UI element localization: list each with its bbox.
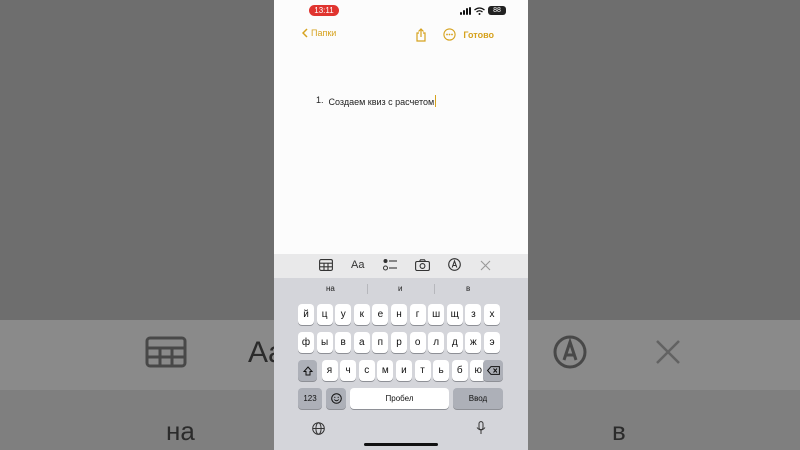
key-row2-2[interactable]: в [335,332,352,353]
key-row3-4[interactable]: и [395,360,412,381]
predictive-bar: на и в [274,278,528,300]
suggestion-1[interactable]: на [326,284,335,293]
microphone-icon [476,421,486,434]
done-button[interactable]: Готово [463,30,494,40]
background-suggestion-right: в [612,416,626,446]
space-key[interactable]: Пробел [350,388,449,409]
return-key[interactable]: Ввод [453,388,503,409]
key-row2-6[interactable]: о [409,332,426,353]
status-bar: 13:11 88 [274,0,528,20]
key-row1-8[interactable]: щ [446,304,463,325]
key-row2-9[interactable]: ж [465,332,482,353]
battery-indicator: 88 [488,6,506,15]
markup-icon [448,258,461,271]
formatting-toolbar: Aa [274,254,528,278]
signal-icon [460,6,471,15]
close-toolbar-button[interactable] [480,258,491,276]
key-row1-3[interactable]: к [353,304,370,325]
markup-button[interactable] [448,258,461,276]
key-row3-0[interactable]: я [321,360,338,381]
background-suggestion-left: на [166,416,195,446]
suggestion-2[interactable]: и [398,284,402,293]
key-row2-8[interactable]: д [446,332,463,353]
key-row3-5[interactable]: т [414,360,431,381]
globe-button[interactable] [312,422,325,440]
camera-button[interactable] [415,258,430,276]
background-markup-icon [553,335,587,369]
text-format-button[interactable]: Aa [351,259,364,271]
key-row1-7[interactable]: ш [428,304,445,325]
checklist-icon [383,259,397,271]
chevron-left-icon [302,28,308,38]
key-row1-6[interactable]: г [409,304,426,325]
key-row2-5[interactable]: р [391,332,407,353]
status-indicators: 88 [460,6,506,15]
camera-icon [415,259,430,272]
key-row2-4[interactable]: п [372,332,389,353]
suggestion-3[interactable]: в [466,284,470,293]
key-row2-10[interactable]: э [484,332,500,353]
key-row1-0[interactable]: й [298,304,314,325]
share-button[interactable] [415,28,427,47]
note-editor[interactable]: 1. Создаем квиз с расчетом [316,95,437,107]
key-row1-5[interactable]: н [391,304,407,325]
key-row2-7[interactable]: л [428,332,445,353]
note-line-text: Создаем квиз с расчетом [328,95,437,107]
key-row3-6[interactable]: ь [433,360,450,381]
list-number: 1. [316,95,324,105]
navigation-bar: Папки Готово [274,24,528,46]
table-button[interactable] [319,258,333,276]
shift-icon [302,365,313,375]
back-to-folders-button[interactable]: Папки [302,28,336,38]
key-row3-3[interactable]: м [377,360,394,381]
status-time: 13:11 [309,5,339,16]
key-row3-1[interactable]: ч [340,360,357,381]
key-row3-7[interactable]: б [451,360,468,381]
key-row1-10[interactable]: х [484,304,500,325]
more-icon [443,28,456,41]
more-button[interactable] [443,28,456,46]
background-table-icon [145,336,187,368]
delete-icon [486,366,500,375]
back-label: Папки [311,28,337,38]
home-indicator [364,443,438,446]
shift-key[interactable] [298,360,317,381]
key-row2-1[interactable]: ы [316,332,333,353]
numbers-key[interactable]: 123 [298,388,322,409]
emoji-icon [330,393,342,404]
checklist-button[interactable] [383,258,397,276]
key-row1-1[interactable]: ц [316,304,333,325]
key-row2-0[interactable]: ф [298,332,314,353]
text-format-icon: Aa [351,259,365,271]
dictation-button[interactable] [476,421,486,440]
globe-icon [312,422,325,435]
key-row1-9[interactable]: з [465,304,482,325]
suggestion-divider [434,284,435,294]
key-row1-2[interactable]: у [335,304,352,325]
share-icon [416,28,426,42]
table-icon [319,259,333,271]
key-row3-2[interactable]: с [358,360,375,381]
wifi-icon [474,6,485,15]
key-row2-3[interactable]: а [353,332,370,353]
background-close-icon [656,340,680,364]
keyboard: на и в йцукенгшщзх фывапролджэ ячсмитьбю… [274,278,528,450]
key-row1-4[interactable]: е [372,304,389,325]
emoji-key[interactable] [326,388,346,409]
text-cursor [435,95,437,107]
suggestion-divider [367,284,368,294]
delete-key[interactable] [483,360,503,381]
close-icon [480,260,491,271]
phone-screen: 13:11 88 Папки Готово 1. Создаем квиз с … [274,0,528,450]
